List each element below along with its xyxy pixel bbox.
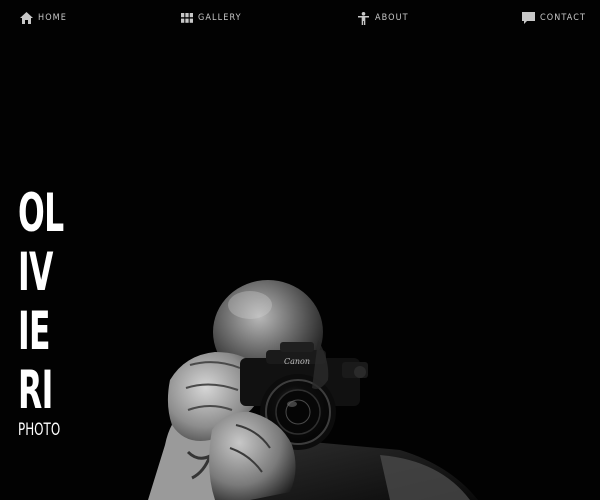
- logo-line-4: RI: [18, 360, 53, 421]
- nav-label-about: ABOUT: [375, 13, 409, 23]
- nav-label-gallery: GALLERY: [198, 13, 242, 23]
- nav-label-contact: CONTACT: [540, 13, 587, 23]
- camera-brand-label: Canon: [284, 357, 310, 366]
- nav-label-home: HOME: [38, 13, 67, 23]
- top-nav: HOME GALLERY ABOUT CONTACT: [0, 0, 600, 36]
- grid-icon: [180, 12, 193, 25]
- logo-line-1: OL: [18, 183, 64, 244]
- speech-bubble-icon: [522, 12, 535, 25]
- nav-item-gallery[interactable]: GALLERY: [180, 11, 242, 25]
- logo-line-3: IE: [18, 301, 51, 362]
- home-icon: [20, 12, 33, 25]
- site-logo[interactable]: OL IV IE RI PHOTO: [18, 184, 78, 440]
- nav-item-home[interactable]: HOME: [20, 11, 67, 25]
- nav-item-about[interactable]: ABOUT: [357, 11, 409, 25]
- nav-item-contact[interactable]: CONTACT: [522, 11, 586, 25]
- hero-photo: Canon: [148, 280, 478, 500]
- logo-subtitle: PHOTO: [18, 420, 61, 440]
- page: Canon HOME GALLERY ABOUT CONTACT OL IV I…: [0, 0, 600, 500]
- logo-line-2: IV: [18, 242, 53, 303]
- person-icon: [357, 11, 370, 25]
